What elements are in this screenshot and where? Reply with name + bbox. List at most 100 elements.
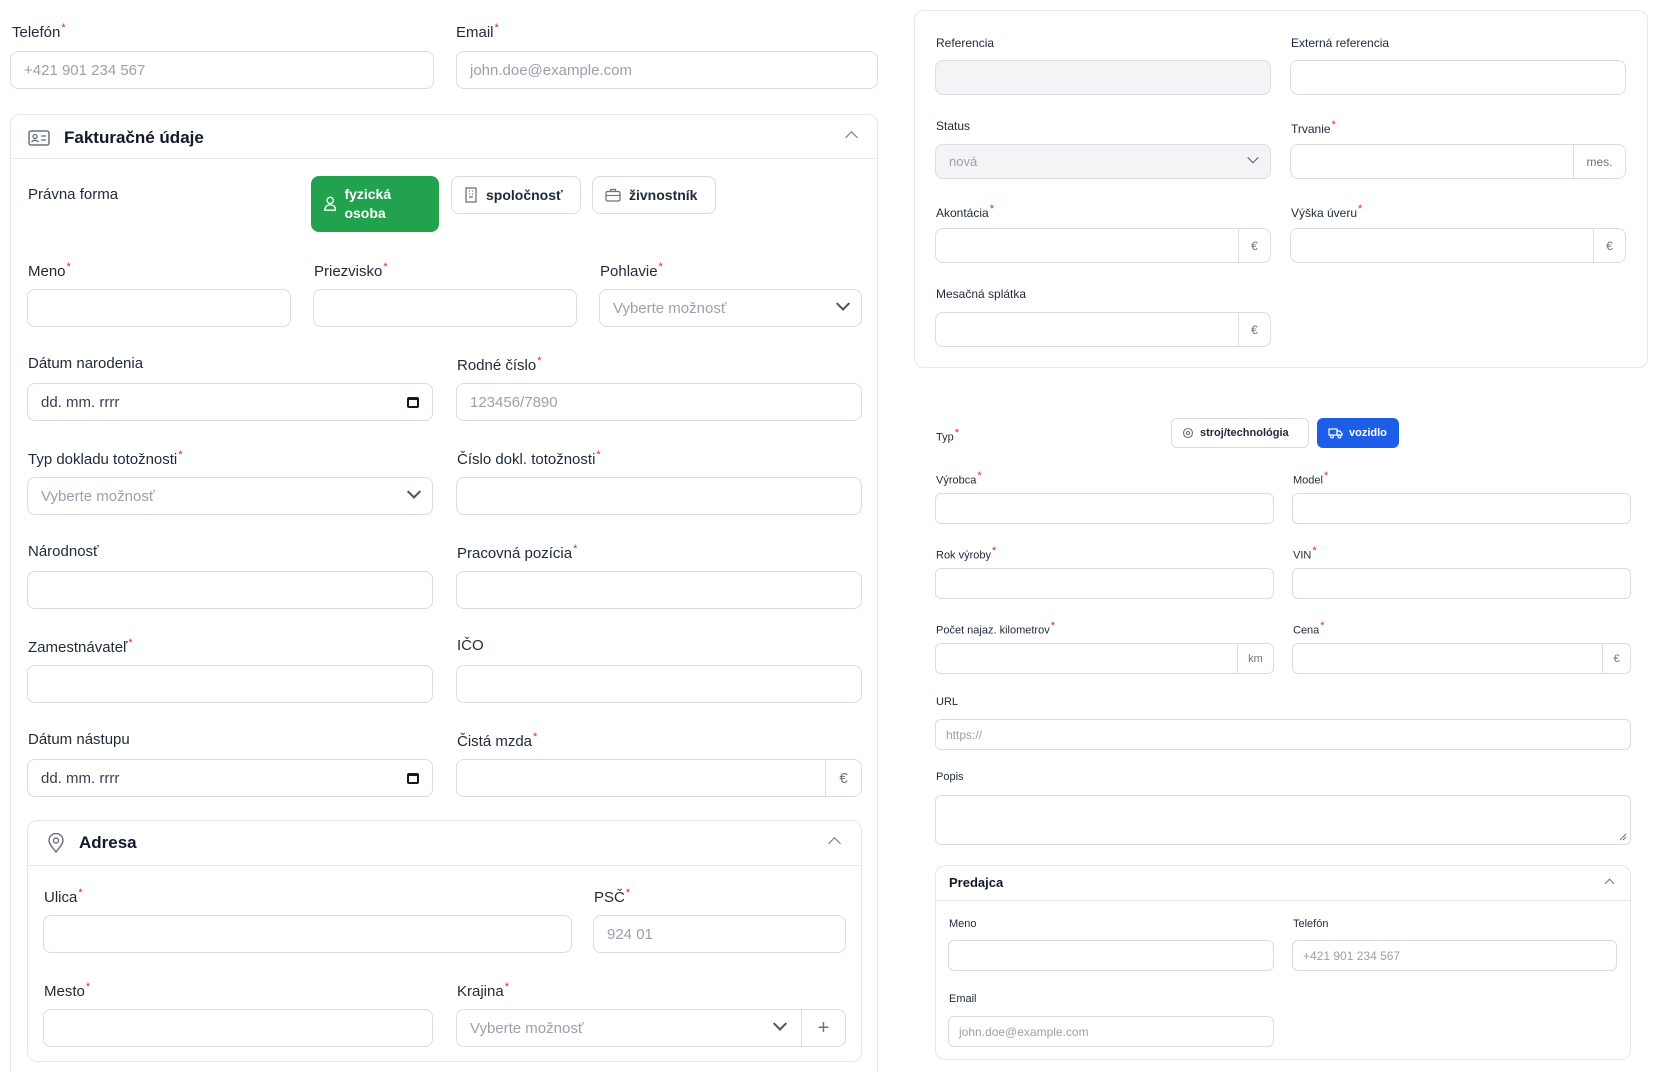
legal-form-trader-label: živnostník [629,187,698,203]
add-country-button[interactable]: + [801,1010,845,1046]
country-label: Krajina [457,981,509,1000]
calendar-icon[interactable] [407,396,419,408]
address-title: Adresa [79,833,137,852]
resize-handle-icon[interactable] [1619,833,1627,841]
seller-phone-placeholder: +421 901 234 567 [1303,948,1401,963]
briefcase-icon [605,188,621,202]
first-name-input[interactable] [27,289,291,327]
status-label: Status [936,119,971,133]
email-input[interactable]: john.doe@example.com [456,51,878,89]
manufacturer-input[interactable] [935,493,1274,524]
map-pin-icon [48,833,64,853]
mileage-input[interactable]: km [935,643,1274,674]
url-placeholder: https:// [946,727,983,742]
id-type-placeholder: Vyberte možnosť [41,487,155,505]
last-name-label: Priezvisko [314,261,388,280]
billing-title: Fakturačné údaje [64,128,204,147]
loan-amount-label: Výška úveru [1291,203,1362,220]
city-label: Mesto [44,981,90,1000]
birth-number-input[interactable]: 123456/7890 [456,383,862,421]
employer-label: Zamestnávateľ [28,637,133,656]
legal-form-label: Právna forma [28,186,119,203]
last-name-input[interactable] [313,289,577,327]
birth-number-placeholder: 123456/7890 [470,393,558,411]
birth-date-label: Dátum narodenia [28,355,144,372]
down-payment-input[interactable]: € [935,228,1271,263]
birth-date-placeholder: dd. mm. rrrr [41,393,120,411]
phone-label: Telefón [12,22,66,41]
birth-date-input[interactable]: dd. mm. rrrr [27,383,433,421]
employer-input[interactable] [27,665,433,703]
birth-number-label: Rodné číslo [457,355,542,374]
gender-placeholder: Vyberte možnosť [613,299,727,317]
legal-form-person-button[interactable]: fyzická osoba [311,176,439,232]
down-payment-label: Akontácia [936,203,994,220]
city-input[interactable] [43,1009,433,1047]
country-placeholder: Vyberte možnosť [470,1019,584,1037]
reference-input[interactable] [935,60,1271,95]
model-input[interactable] [1292,493,1631,524]
seller-divider [936,900,1630,901]
street-label: Ulica [44,887,83,906]
id-number-input[interactable] [456,477,862,515]
person-icon [324,196,337,211]
ico-input[interactable] [456,665,862,703]
currency-addon: € [1238,313,1270,346]
seller-email-placeholder: john.doe@example.com [959,1024,1089,1039]
seller-email-input[interactable]: john.doe@example.com [948,1016,1274,1047]
gender-label: Pohlavie [600,261,663,280]
external-reference-input[interactable] [1290,60,1626,95]
price-input[interactable]: € [1292,643,1631,674]
country-select[interactable]: Vyberte možnosť + [456,1009,846,1047]
status-select[interactable]: nová [935,144,1271,179]
zip-input[interactable]: 924 01 [593,915,846,953]
seller-name-label: Meno [949,918,977,930]
vin-label: VIN [1293,545,1317,562]
duration-input[interactable]: mes. [1290,144,1626,179]
position-label: Pracovná pozícia [457,543,577,562]
mileage-label: Počet najaz. kilometrov [936,620,1055,637]
legal-form-company-button[interactable]: spoločnosť [451,176,581,214]
loan-amount-input[interactable]: € [1290,228,1626,263]
id-type-select[interactable]: Vyberte možnosť [27,477,433,515]
year-input[interactable] [935,568,1274,599]
nationality-input[interactable] [27,571,433,609]
monthly-payment-label: Mesačná splátka [936,287,1027,301]
street-input[interactable] [43,915,572,953]
net-salary-input[interactable]: € [456,759,862,797]
chevron-down-icon [1247,151,1259,163]
currency-addon: € [1602,644,1630,673]
seller-email-label: Email [949,993,977,1005]
type-vehicle-button[interactable]: vozidlo [1317,418,1399,448]
billing-header[interactable]: Fakturačné údaje [28,128,204,148]
legal-form-company-label: spoločnosť [486,187,563,203]
monthly-payment-input[interactable]: € [935,312,1271,347]
seller-phone-label: Telefón [1293,918,1329,930]
description-textarea[interactable] [935,795,1631,845]
url-input[interactable]: https:// [935,719,1631,750]
position-input[interactable] [456,571,862,609]
external-reference-label: Externá referencia [1291,36,1390,50]
currency-addon: € [1238,229,1270,262]
price-label: Cena [1293,620,1325,637]
start-date-input[interactable]: dd. mm. rrrr [27,759,433,797]
building-icon [465,187,477,203]
duration-label: Trvanie [1291,119,1336,136]
address-header[interactable]: Adresa [47,833,137,853]
legal-form-trader-button[interactable]: živnostník [592,176,716,214]
gear-icon [1182,427,1194,439]
type-machine-button[interactable]: stroj/technológia [1171,418,1309,448]
gender-select[interactable]: Vyberte možnosť [599,289,862,327]
vin-input[interactable] [1292,568,1631,599]
chevron-down-icon [835,296,851,311]
duration-unit: mes. [1573,145,1625,178]
seller-phone-input[interactable]: +421 901 234 567 [1292,940,1617,971]
description-label: Popis [936,771,964,783]
net-salary-label: Čistá mzda [457,731,537,750]
calendar-icon[interactable] [407,772,419,784]
seller-name-input[interactable] [948,940,1274,971]
type-vehicle-label: vozidlo [1349,427,1387,439]
first-name-label: Meno [28,261,71,280]
model-label: Model [1293,470,1328,487]
phone-input[interactable]: +421 901 234 567 [10,51,434,89]
